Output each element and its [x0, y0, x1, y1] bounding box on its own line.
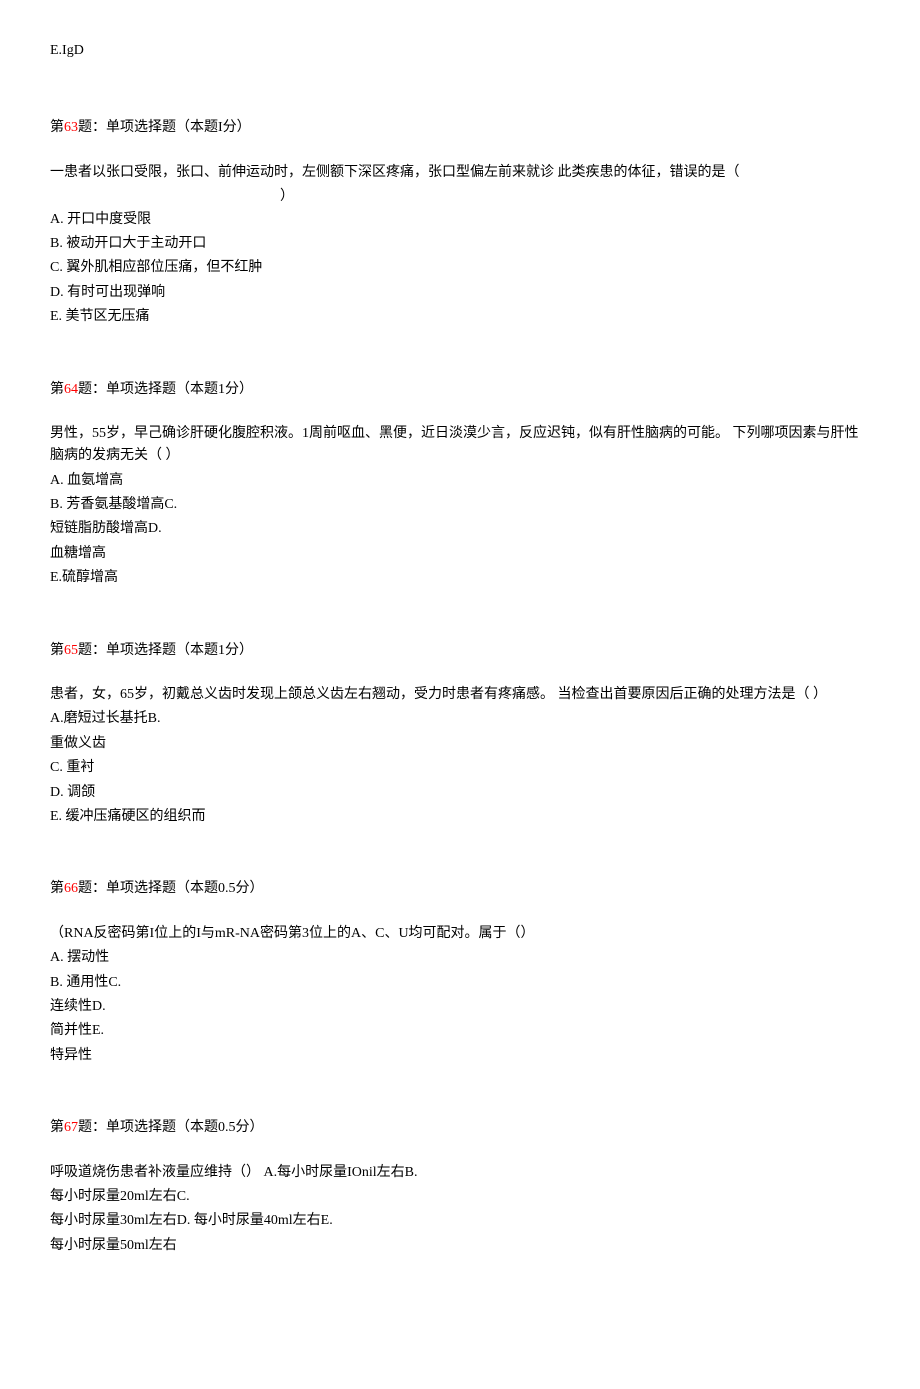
question-64: 第64题：单项选择题（本题1分） 男性，55岁，早己确诊肝硬化腹腔积液。1周前呕…	[50, 379, 870, 590]
q-suffix: 题：单项选择题（本题I分）	[78, 120, 251, 135]
option-e: E. 美节区无压痛	[50, 306, 870, 328]
option-b: 每小时尿量20ml左右C.	[50, 1186, 870, 1208]
option-a: A. 摆动性	[50, 947, 870, 969]
option-d: D. 调颌	[50, 782, 870, 804]
q-number: 66	[64, 881, 78, 896]
q-number: 67	[64, 1120, 78, 1135]
option-e: 每小时尿量50ml左右	[50, 1235, 870, 1257]
option-a: A.磨短过长基托B.	[50, 708, 870, 730]
q-number: 64	[64, 382, 78, 397]
question-header: 第66题：单项选择题（本题0.5分）	[50, 878, 870, 900]
question-header: 第65题：单项选择题（本题1分）	[50, 640, 870, 662]
question-header: 第64题：单项选择题（本题1分）	[50, 379, 870, 401]
question-63: 第63题：单项选择题（本题I分） 一患者以张口受限，张口、前伸运动时，左侧额下深…	[50, 117, 870, 328]
question-header: 第67题：单项选择题（本题0.5分）	[50, 1117, 870, 1139]
q-number: 63	[64, 120, 78, 135]
option-a: A. 血氨增高	[50, 470, 870, 492]
option-d: 简并性E.	[50, 1020, 870, 1042]
option-c: 每小时尿量30ml左右D. 每小时尿量40ml左右E.	[50, 1210, 870, 1232]
q-suffix: 题：单项选择题（本题0.5分）	[78, 1120, 264, 1135]
q-number: 65	[64, 643, 78, 658]
option-b: B. 被动开口大于主动开口	[50, 233, 870, 255]
option-e: E. 缓冲压痛硬区的组织而	[50, 806, 870, 828]
q-suffix: 题：单项选择题（本题0.5分）	[78, 881, 264, 896]
option-c: C. 重衬	[50, 757, 870, 779]
q-prefix: 第	[50, 881, 64, 896]
previous-option-e: E.IgD	[50, 40, 870, 62]
question-stem: 患者，女，65岁，初戴总义齿时发现上颌总义齿左右翘动，受力时患者有疼痛感。 当检…	[50, 684, 870, 706]
q-prefix: 第	[50, 382, 64, 397]
question-stem: 一患者以张口受限，张口、前伸运动时，左侧额下深区疼痛，张口型偏左前来就诊 此类疾…	[50, 162, 870, 184]
question-header: 第63题：单项选择题（本题I分）	[50, 117, 870, 139]
option-c: 短链脂肪酸增高D.	[50, 518, 870, 540]
option-e: E.硫醇增高	[50, 567, 870, 589]
option-b: B. 芳香氨基酸增高C.	[50, 494, 870, 516]
q-prefix: 第	[50, 120, 64, 135]
option-e: 特异性	[50, 1045, 870, 1067]
question-67: 第67题：单项选择题（本题0.5分） 呼吸道烧伤患者补液量应维持（） A.每小时…	[50, 1117, 870, 1257]
question-stem-paren: ）	[50, 186, 870, 208]
q-suffix: 题：单项选择题（本题1分）	[78, 382, 253, 397]
question-66: 第66题：单项选择题（本题0.5分） （RNA反密码第I位上的I与mR-NA密码…	[50, 878, 870, 1067]
q-suffix: 题：单项选择题（本题1分）	[78, 643, 253, 658]
q-prefix: 第	[50, 1120, 64, 1135]
option-c: C. 翼外肌相应部位压痛，但不红肿	[50, 257, 870, 279]
option-b: B. 通用性C.	[50, 972, 870, 994]
q-prefix: 第	[50, 643, 64, 658]
option-d: D. 有时可出现弹响	[50, 282, 870, 304]
question-65: 第65题：单项选择题（本题1分） 患者，女，65岁，初戴总义齿时发现上颌总义齿左…	[50, 640, 870, 829]
option-c: 连续性D.	[50, 996, 870, 1018]
question-stem: （RNA反密码第I位上的I与mR-NA密码第3位上的A、C、U均可配对。属于（）	[50, 923, 870, 945]
option-d: 血糖增高	[50, 543, 870, 565]
question-stem: 男性，55岁，早己确诊肝硬化腹腔积液。1周前呕血、黑便，近日淡漠少言，反应迟钝，…	[50, 423, 870, 468]
option-a: A. 开口中度受限	[50, 209, 870, 231]
question-stem: 呼吸道烧伤患者补液量应维持（） A.每小时尿量IOnil左右B.	[50, 1162, 870, 1184]
option-b: 重做义齿	[50, 733, 870, 755]
